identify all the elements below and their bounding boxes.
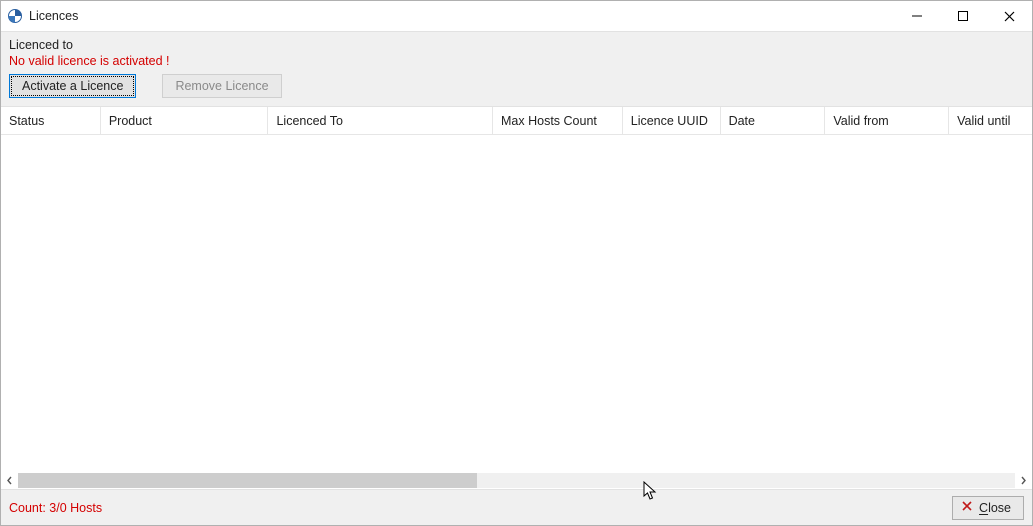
activate-licence-button[interactable]: Activate a Licence	[9, 74, 136, 98]
window-title: Licences	[29, 9, 78, 23]
horizontal-scrollbar[interactable]	[1, 472, 1032, 489]
maximize-button[interactable]	[940, 1, 986, 31]
scroll-right-arrow-icon[interactable]	[1015, 472, 1032, 489]
scrollbar-track[interactable]	[18, 473, 1015, 488]
column-header[interactable]: Status	[1, 107, 101, 134]
scroll-left-arrow-icon[interactable]	[1, 472, 18, 489]
minimize-button[interactable]	[894, 1, 940, 31]
licence-table: StatusProductLicenced ToMax Hosts CountL…	[1, 107, 1032, 489]
close-window-button[interactable]	[986, 1, 1032, 31]
column-header[interactable]: Date	[721, 107, 826, 134]
close-icon	[961, 500, 973, 515]
scrollbar-thumb[interactable]	[18, 473, 477, 488]
licenced-to-label: Licenced to	[9, 38, 1024, 52]
close-button-label: Close	[979, 501, 1011, 515]
column-header[interactable]: Max Hosts Count	[493, 107, 623, 134]
column-header[interactable]: Valid until	[949, 107, 1032, 134]
licences-window: Licences Licenced to No valid licence is…	[0, 0, 1033, 526]
window-controls	[894, 1, 1032, 31]
toolbar: Activate a Licence Remove Licence	[9, 74, 1024, 98]
column-header[interactable]: Product	[101, 107, 269, 134]
column-header[interactable]: Valid from	[825, 107, 949, 134]
licence-warning: No valid licence is activated !	[9, 54, 1024, 68]
app-icon	[7, 8, 23, 24]
info-area: Licenced to No valid licence is activate…	[1, 31, 1032, 107]
table-header: StatusProductLicenced ToMax Hosts CountL…	[1, 107, 1032, 135]
remove-licence-button: Remove Licence	[162, 74, 281, 98]
close-button[interactable]: Close	[952, 496, 1024, 520]
table-body	[1, 135, 1032, 472]
column-header[interactable]: Licenced To	[268, 107, 493, 134]
footer: Count: 3/0 Hosts Close	[1, 489, 1032, 525]
count-label: Count: 3/0 Hosts	[9, 501, 102, 515]
column-header[interactable]: Licence UUID	[623, 107, 721, 134]
titlebar: Licences	[1, 1, 1032, 31]
